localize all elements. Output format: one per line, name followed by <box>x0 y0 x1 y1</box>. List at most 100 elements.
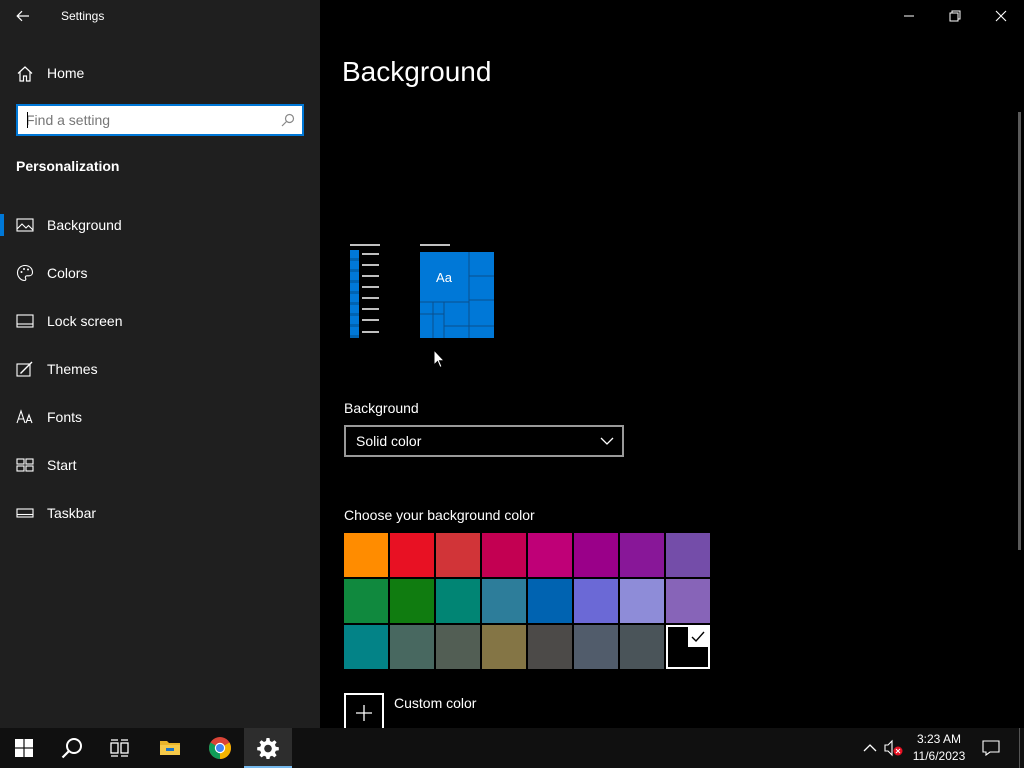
start-icon <box>16 458 34 472</box>
choose-color-label: Choose your background color <box>344 507 535 523</box>
search-input[interactable] <box>26 111 276 129</box>
sidebar-item-label: Taskbar <box>47 505 97 521</box>
restore-icon <box>949 10 961 22</box>
close-icon <box>995 10 1007 22</box>
color-swatch[interactable] <box>620 625 664 669</box>
custom-color-button[interactable] <box>344 693 384 733</box>
background-color-grid <box>344 533 712 669</box>
color-swatch[interactable] <box>574 579 618 623</box>
color-swatch[interactable] <box>620 533 664 577</box>
file-explorer-icon <box>160 741 180 755</box>
fonts-icon <box>16 409 33 424</box>
settings-gear-icon <box>257 738 279 759</box>
color-swatch[interactable] <box>482 625 526 669</box>
color-swatch[interactable] <box>528 533 572 577</box>
minimize-icon <box>904 15 914 17</box>
preview-tile-grid: Aa <box>420 244 494 338</box>
color-swatch[interactable] <box>390 625 434 669</box>
color-swatch[interactable] <box>528 579 572 623</box>
taskbar: 3:23 AM 11/6/2023 <box>0 728 1024 768</box>
chevron-up-icon <box>863 744 877 752</box>
volume-muted-icon <box>884 739 903 757</box>
sidebar-item-label: Lock screen <box>47 313 123 329</box>
lock-screen-icon <box>16 314 34 328</box>
sidebar-item-label: Themes <box>47 361 98 377</box>
color-swatch[interactable] <box>666 625 710 669</box>
text-caret <box>27 112 28 128</box>
back-arrow-icon <box>16 10 29 22</box>
show-hidden-icons-button[interactable] <box>860 738 880 758</box>
clock-time: 3:23 AM <box>916 732 962 746</box>
action-center-button[interactable] <box>981 738 1001 758</box>
app-title: Settings <box>61 9 105 23</box>
color-swatch[interactable] <box>482 533 526 577</box>
search-box[interactable] <box>16 104 304 136</box>
color-swatch[interactable] <box>344 625 388 669</box>
color-swatch[interactable] <box>390 533 434 577</box>
color-swatch[interactable] <box>344 533 388 577</box>
sidebar-item-label: Colors <box>47 265 88 281</box>
back-button[interactable] <box>8 4 38 28</box>
notification-icon <box>982 740 1000 756</box>
custom-color-label: Custom color <box>394 695 477 711</box>
taskbar-search-button[interactable] <box>48 728 96 768</box>
section-title: Personalization <box>16 158 120 174</box>
settings-taskbar-button[interactable] <box>244 728 292 768</box>
sidebar-item-start[interactable]: Start <box>0 448 320 496</box>
color-swatch[interactable] <box>620 579 664 623</box>
content-scrollbar[interactable] <box>1018 112 1021 550</box>
sidebar-item-themes[interactable]: Themes <box>0 352 320 400</box>
background-type-dropdown[interactable]: Solid color <box>344 425 624 457</box>
search-icon[interactable] <box>281 113 295 127</box>
close-button[interactable] <box>978 0 1024 32</box>
sidebar-item-taskbar[interactable]: Taskbar <box>0 496 320 544</box>
sidebar-item-label: Background <box>47 217 122 233</box>
search-icon <box>61 738 82 759</box>
preview-start-list <box>350 244 380 338</box>
color-swatch[interactable] <box>666 533 710 577</box>
sidebar-item-lock-screen[interactable]: Lock screen <box>0 304 320 352</box>
sidebar-item-background[interactable]: Background <box>0 208 320 256</box>
color-swatch[interactable] <box>436 625 480 669</box>
color-swatch[interactable] <box>574 533 618 577</box>
chevron-down-icon <box>600 437 614 445</box>
color-swatch[interactable] <box>482 579 526 623</box>
home-nav-item[interactable]: Home <box>0 57 320 89</box>
show-desktop-button[interactable] <box>1019 728 1020 768</box>
picture-icon <box>16 218 34 232</box>
taskbar-icon <box>16 508 34 518</box>
taskbar-clock[interactable]: 3:23 AM 11/6/2023 <box>906 731 972 765</box>
minimize-button[interactable] <box>886 0 932 32</box>
color-swatch[interactable] <box>666 579 710 623</box>
title-bar: Settings <box>0 0 320 32</box>
color-swatch[interactable] <box>390 579 434 623</box>
brush-icon <box>16 361 33 377</box>
sidebar-item-fonts[interactable]: Fonts <box>0 400 320 448</box>
volume-button[interactable] <box>884 738 904 758</box>
sidebar-item-label: Fonts <box>47 409 83 425</box>
plus-icon <box>356 705 372 721</box>
background-preview: Aa <box>350 244 494 338</box>
start-button[interactable] <box>0 728 48 768</box>
sidebar-item-colors[interactable]: Colors <box>0 256 320 304</box>
restore-button[interactable] <box>932 0 978 32</box>
dropdown-selected-value: Solid color <box>356 433 422 449</box>
color-swatch[interactable] <box>528 625 572 669</box>
chrome-button[interactable] <box>196 728 244 768</box>
navigation-pane: Settings Home Personalization Background <box>0 0 320 728</box>
color-swatch[interactable] <box>574 625 618 669</box>
task-view-button[interactable] <box>96 728 144 768</box>
task-view-icon <box>110 739 129 757</box>
color-swatch[interactable] <box>436 579 480 623</box>
background-type-label: Background <box>344 400 419 416</box>
home-label: Home <box>47 65 85 81</box>
sidebar-item-label: Start <box>47 457 77 473</box>
color-swatch[interactable] <box>436 533 480 577</box>
checkmark-icon <box>688 627 708 647</box>
page-title: Background <box>342 56 492 87</box>
file-explorer-button[interactable] <box>146 728 194 768</box>
personalization-nav-list: Background Colors Lock screen Themes Fon… <box>0 208 320 544</box>
palette-icon <box>16 264 34 282</box>
windows-start-icon <box>15 739 33 757</box>
color-swatch[interactable] <box>344 579 388 623</box>
